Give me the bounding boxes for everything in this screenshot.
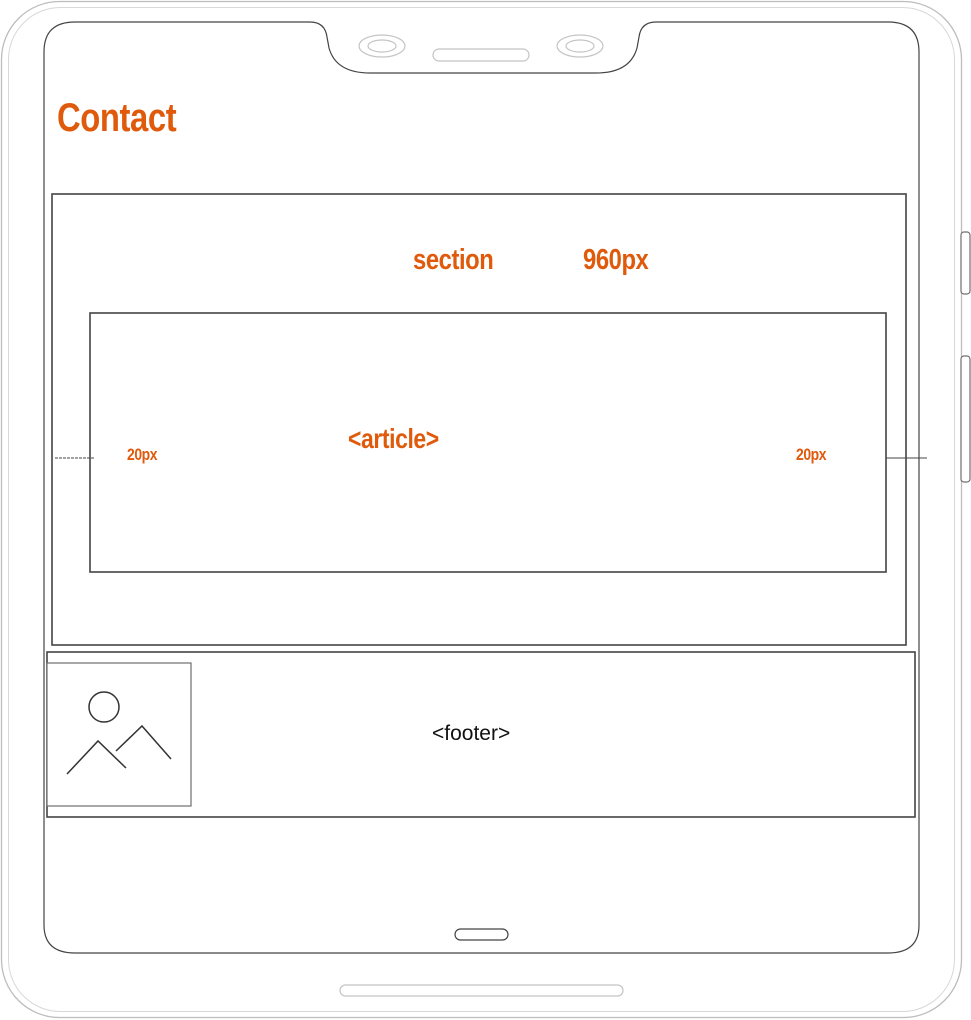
page-title: Contact bbox=[57, 96, 177, 140]
bottom-speaker bbox=[339, 984, 624, 997]
footer-label: <footer> bbox=[432, 722, 511, 745]
margin-right-label: 20px bbox=[796, 445, 827, 464]
power-button bbox=[960, 355, 971, 483]
volume-button bbox=[960, 231, 971, 295]
front-camera-right bbox=[556, 34, 604, 58]
phone-wireframe bbox=[0, 0, 971, 1019]
margin-left-label: 20px bbox=[127, 445, 158, 464]
front-camera-left bbox=[358, 34, 406, 58]
section-label: section bbox=[413, 244, 494, 276]
earpiece-speaker bbox=[432, 48, 530, 62]
section-width-label: 960px bbox=[583, 244, 649, 276]
image-placeholder-icon bbox=[46, 662, 192, 807]
article-label: <article> bbox=[348, 423, 439, 454]
screen-outline bbox=[43, 21, 920, 954]
